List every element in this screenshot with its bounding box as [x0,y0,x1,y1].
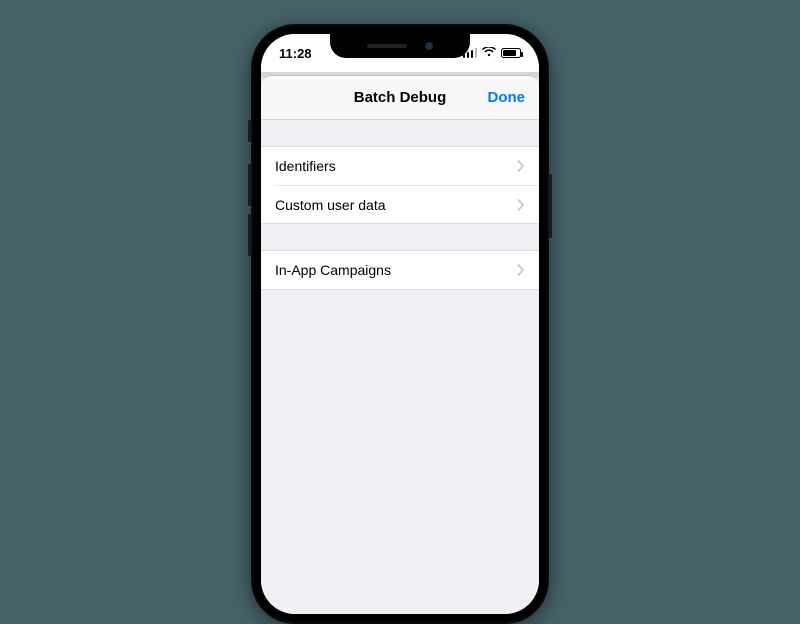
chevron-right-icon [517,199,525,211]
volume-up-button [248,164,251,206]
row-label: Identifiers [275,158,336,174]
list-group-2: In-App Campaigns [261,250,539,290]
front-camera [425,42,433,50]
row-label: In-App Campaigns [275,262,391,278]
status-indicators [463,47,522,59]
battery-icon [501,48,521,58]
notch [330,34,470,58]
volume-down-button [248,214,251,256]
modal-sheet: Batch Debug Done Identifiers Custom user… [261,76,539,614]
screen: 11:28 Batch Debug Done Identifiers [261,34,539,614]
chevron-right-icon [517,264,525,276]
power-button [549,174,552,238]
row-custom-user-data[interactable]: Custom user data [275,185,539,223]
nav-bar: Batch Debug Done [261,76,539,120]
status-time: 11:28 [279,46,312,61]
wifi-icon [482,47,496,59]
page-title: Batch Debug [354,89,447,106]
row-label: Custom user data [275,197,386,213]
speaker-grille [367,44,407,48]
list-group-1: Identifiers Custom user data [261,146,539,224]
chevron-right-icon [517,160,525,172]
row-in-app-campaigns[interactable]: In-App Campaigns [261,251,539,289]
silent-switch [248,120,251,142]
row-identifiers[interactable]: Identifiers [261,147,539,185]
done-button[interactable]: Done [488,76,526,119]
phone-frame: 11:28 Batch Debug Done Identifiers [251,24,549,624]
